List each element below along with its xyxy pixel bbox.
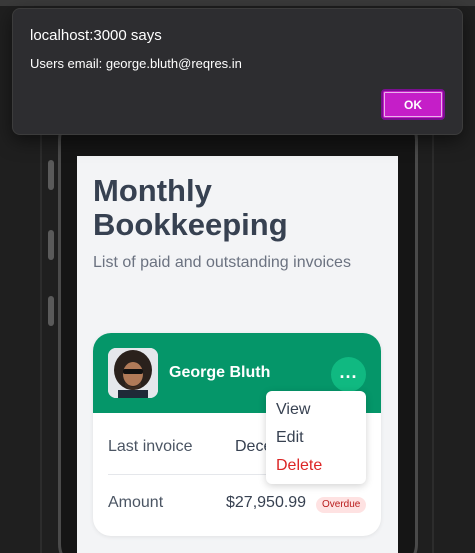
status-badge: Overdue: [316, 497, 367, 513]
device-side-button: [48, 160, 54, 190]
avatar: [108, 348, 158, 398]
page-title: Monthly Bookkeeping: [93, 173, 288, 242]
ok-button[interactable]: OK: [381, 89, 445, 120]
amount-value: $27,950.99: [226, 494, 307, 511]
device-side-button: [48, 230, 54, 260]
dialog-title: localhost:3000 says: [30, 27, 162, 44]
device-rail-right: [432, 130, 434, 553]
options-dropdown-menu: View Edit Delete: [266, 391, 366, 484]
browser-top-strip: [0, 0, 475, 6]
device-side-button: [48, 296, 54, 326]
app-screen: Monthly Bookkeeping List of paid and out…: [77, 156, 398, 553]
amount-label: Amount: [108, 494, 164, 511]
last-invoice-label: Last invoice: [108, 438, 193, 455]
dialog-message: Users email: george.bluth@reqres.in: [30, 56, 242, 71]
menu-item-edit[interactable]: Edit: [276, 429, 304, 447]
more-options-button[interactable]: ...: [331, 357, 366, 392]
alert-dialog: localhost:3000 says Users email: george.…: [12, 8, 463, 135]
user-name: George Bluth: [169, 364, 271, 381]
page-subtitle: List of paid and outstanding invoices: [93, 254, 351, 271]
menu-item-delete[interactable]: Delete: [276, 457, 322, 475]
menu-item-view[interactable]: View: [276, 401, 310, 419]
device-rail-left: [40, 130, 42, 553]
